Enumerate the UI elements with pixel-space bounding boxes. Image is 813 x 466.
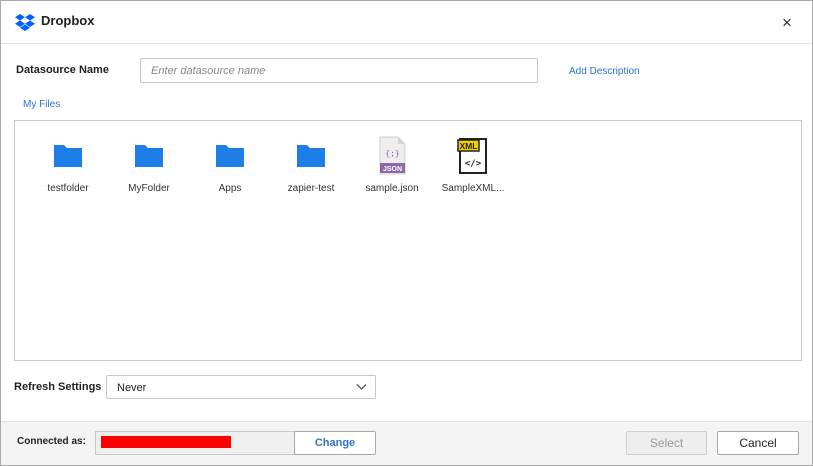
file-name: MyFolder <box>128 183 170 194</box>
add-description-link[interactable]: Add Description <box>569 66 640 77</box>
file-name: SampleXML... <box>441 183 505 194</box>
file-item[interactable]: MyFolder <box>109 133 189 199</box>
file-name: testfolder <box>47 183 89 194</box>
json-file-icon: {;} JSON <box>379 136 406 175</box>
redacted-account-name <box>101 436 231 448</box>
folder-icon <box>54 145 82 167</box>
dropbox-dialog: Dropbox × Datasource Name Add Descriptio… <box>0 0 813 466</box>
refresh-settings-value: Never <box>117 382 147 394</box>
refresh-settings-label: Refresh Settings <box>14 381 102 393</box>
close-icon[interactable]: × <box>777 13 797 33</box>
folder-icon <box>135 145 163 167</box>
file-name: Apps <box>218 183 242 194</box>
cancel-button[interactable]: Cancel <box>717 431 799 455</box>
file-item[interactable]: Apps <box>190 133 270 199</box>
breadcrumb-my-files[interactable]: My Files <box>23 99 60 110</box>
chevron-down-icon <box>356 384 367 390</box>
folder-icon <box>297 145 325 167</box>
connected-as-label: Connected as: <box>17 436 86 447</box>
json-glyph: {;} <box>385 149 399 158</box>
refresh-settings-select[interactable]: Never <box>106 375 376 399</box>
xml-file-icon: XML </> <box>457 138 487 174</box>
file-item[interactable]: {;} JSON sample.json <box>352 133 432 199</box>
file-browser: testfolder MyFolder Apps zapier-test {;}… <box>14 120 802 361</box>
dialog-header: Dropbox × <box>1 1 812 44</box>
dialog-footer: Connected as: Change Select Cancel <box>1 421 812 465</box>
connected-account-field <box>95 431 295 455</box>
xml-badge-text: XML <box>460 141 478 151</box>
json-badge-text: JSON <box>383 166 402 173</box>
datasource-name-input[interactable] <box>140 58 538 83</box>
file-name: zapier-test <box>287 183 335 194</box>
file-item[interactable]: zapier-test <box>271 133 351 199</box>
file-item[interactable]: XML </> SampleXML... <box>433 133 513 199</box>
select-button[interactable]: Select <box>626 431 707 455</box>
file-item[interactable]: testfolder <box>28 133 108 199</box>
dropbox-logo-icon <box>15 14 35 31</box>
file-name: sample.json <box>365 183 419 194</box>
datasource-name-label: Datasource Name <box>16 64 109 76</box>
xml-glyph: </> <box>465 159 482 169</box>
folder-icon <box>216 145 244 167</box>
dialog-title: Dropbox <box>41 13 95 28</box>
change-account-button[interactable]: Change <box>294 431 376 455</box>
